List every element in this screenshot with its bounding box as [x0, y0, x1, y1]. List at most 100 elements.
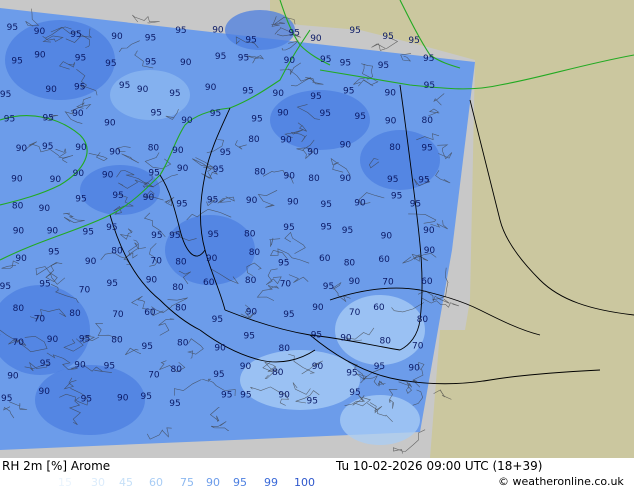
- rh-value-label: 95: [320, 55, 331, 65]
- rh-value-label: 70: [13, 338, 25, 348]
- rh-value-label: 80: [245, 276, 257, 286]
- rh-value-label: 90: [307, 148, 319, 158]
- rh-value-label: 70: [382, 278, 394, 288]
- rh-value-label: 90: [312, 362, 324, 372]
- weather-map: 95 90 95 90 95 95 90 95 95 90 95 95 95 95 90 95 95 95 90 95…: [0, 0, 634, 458]
- credit[interactable]: © weatheronline.co.uk: [498, 475, 624, 488]
- rh-value-label: 90: [354, 198, 366, 208]
- rh-value-label: 70: [412, 342, 424, 352]
- rh-value-label: 90: [385, 116, 397, 126]
- rh-value-label: 60: [378, 255, 390, 265]
- rh-value-label: 95: [240, 391, 251, 401]
- rh-value-label: 95: [424, 81, 435, 91]
- rh-value-label: 95: [42, 142, 53, 152]
- rh-value-label: 95: [311, 331, 322, 341]
- rh-value-label: 90: [143, 193, 155, 203]
- rh-value-label: 90: [278, 390, 290, 400]
- rh-value-label: 90: [172, 146, 184, 156]
- rh-value-label: 80: [279, 344, 291, 354]
- rh-value-label: 95: [1, 394, 12, 404]
- rh-value-label: 70: [112, 310, 124, 320]
- legend-value: 95: [233, 476, 247, 489]
- rh-value-label: 95: [210, 109, 221, 119]
- rh-value-label: 90: [73, 169, 85, 179]
- rh-value-label: 95: [289, 29, 300, 39]
- rh-value-label: 90: [277, 109, 289, 119]
- rh-value-label: 95: [423, 54, 434, 64]
- legend-value: 75: [180, 476, 194, 489]
- rh-value-label: 95: [145, 58, 156, 68]
- valid-datetime: Tu 10-02-2026 09:00 UTC (18+39): [336, 459, 543, 473]
- rh-value-label: 95: [145, 33, 156, 43]
- rh-value-label: 80: [344, 259, 356, 269]
- rh-value-label: 95: [374, 362, 385, 372]
- rh-value-label: 90: [284, 56, 296, 66]
- rh-value-label: 90: [181, 116, 193, 126]
- rh-value-label: 90: [423, 226, 435, 236]
- rh-value-label: 95: [355, 112, 366, 122]
- rh-value-label: 80: [111, 335, 123, 345]
- rh-value-label: 95: [391, 192, 402, 202]
- rh-value-label: 80: [422, 116, 434, 126]
- rh-value-label: 95: [283, 310, 294, 320]
- legend-value: 30: [91, 476, 105, 489]
- rh-value-label: 90: [310, 34, 322, 44]
- rh-value-label: 90: [205, 83, 217, 93]
- rh-value-label: 95: [387, 175, 398, 185]
- legend-value: 60: [149, 476, 163, 489]
- rh-value-label: 90: [246, 307, 258, 317]
- rh-value-label: 90: [111, 32, 123, 42]
- rh-value-label: 90: [385, 89, 397, 99]
- rh-value-label: 95: [278, 259, 289, 269]
- rh-value-label: 90: [146, 275, 158, 285]
- rh-value-label: 95: [148, 168, 159, 178]
- rh-value-label: 95: [349, 388, 360, 398]
- rh-value-label: 95: [151, 231, 162, 241]
- footer: RH 2m [%] Arome Tu 10-02-2026 09:00 UTC …: [0, 458, 634, 490]
- rh-value-label: 95: [213, 165, 224, 175]
- rh-value-label: 90: [177, 164, 189, 174]
- rh-value-label: 70: [148, 371, 160, 381]
- legend-value: 99: [264, 476, 278, 489]
- rh-value-label: 80: [69, 309, 81, 319]
- rh-value-label: 95: [40, 359, 51, 369]
- rh-value-label: 90: [340, 174, 352, 184]
- rh-value-label: 95: [343, 86, 354, 96]
- rh-value-label: 95: [221, 391, 232, 401]
- rh-value-label: 80: [172, 283, 184, 293]
- rh-value-label: 90: [104, 118, 116, 128]
- legend-value: 100: [294, 476, 315, 489]
- rh-value-label: 95: [208, 230, 219, 240]
- rh-value-label: 95: [75, 194, 86, 204]
- rh-value-label: 80: [175, 257, 187, 267]
- rh-value-label: 60: [421, 277, 433, 287]
- rh-value-label: 70: [34, 315, 46, 325]
- rh-value-label: 95: [0, 90, 11, 100]
- rh-patch: [240, 350, 360, 410]
- map-title: RH 2m [%] Arome: [2, 459, 111, 473]
- rh-value-label: 80: [272, 368, 284, 378]
- rh-value-label: 80: [417, 315, 429, 325]
- rh-value-label: 80: [111, 246, 123, 256]
- rh-value-label: 90: [16, 144, 28, 154]
- rh-value-label: 95: [11, 56, 22, 66]
- rh-value-label: 80: [389, 143, 401, 153]
- rh-value-label: 90: [109, 148, 121, 158]
- rh-value-label: 95: [105, 59, 116, 69]
- rh-value-label: 95: [7, 23, 18, 33]
- rh-value-label: 90: [34, 50, 46, 60]
- rh-value-label: 95: [310, 92, 321, 102]
- rh-value-label: 95: [175, 26, 186, 36]
- land-south-east: [430, 330, 634, 458]
- rh-value-label: 95: [349, 26, 360, 36]
- rh-value-label: 90: [137, 85, 149, 95]
- rh-value-label: 95: [75, 53, 86, 63]
- rh-value-label: 95: [320, 109, 331, 119]
- rh-value-label: 90: [47, 335, 59, 345]
- rh-value-label: 95: [106, 223, 117, 233]
- legend-value: 90: [206, 476, 220, 489]
- rh-value-label: 90: [13, 227, 25, 237]
- rh-value-label: 95: [4, 115, 15, 125]
- rh-value-label: 60: [144, 308, 156, 318]
- rh-value-label: 90: [7, 372, 19, 382]
